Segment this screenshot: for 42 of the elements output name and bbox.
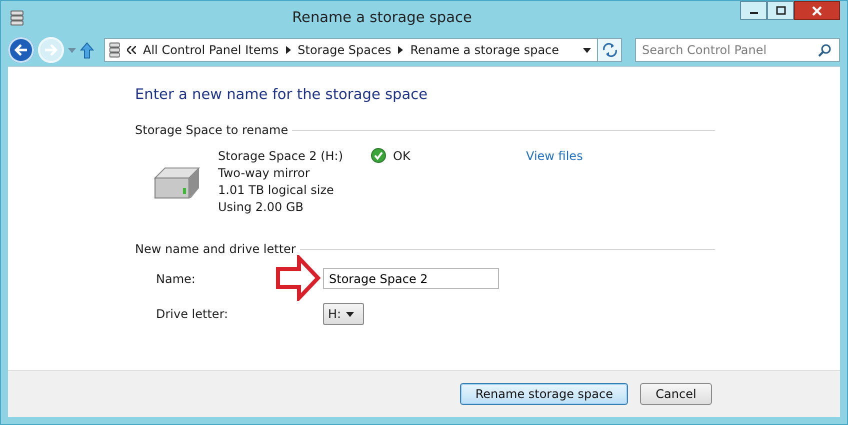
breadcrumb[interactable]: Storage Spaces — [298, 43, 392, 57]
maximize-button[interactable] — [767, 1, 794, 20]
close-button[interactable] — [794, 1, 840, 20]
field-label: Name: — [155, 272, 196, 286]
back-arrow-icon — [14, 44, 28, 56]
cancel-button[interactable]: Cancel — [640, 383, 712, 405]
breadcrumb[interactable]: All Control Panel Items — [143, 43, 279, 57]
drives-icon — [10, 10, 24, 26]
arrow-icon — [275, 254, 321, 300]
section-title: Storage Space to rename — [135, 123, 288, 137]
search-field[interactable]: Search Control Panel — [635, 38, 840, 62]
drive-info-text: Using 2.00 GB — [218, 199, 304, 216]
chevron-icon — [127, 46, 136, 54]
dropdown-arrow-icon[interactable] — [583, 48, 591, 52]
forward-arrow-icon — [44, 44, 58, 56]
refresh-icon — [602, 43, 618, 57]
up-arrow-icon[interactable] — [80, 42, 94, 58]
separator-arrow-icon — [286, 46, 291, 54]
drive-info-text: Two-way mirror — [218, 165, 311, 182]
page-heading: Enter a new name for the storage space — [135, 87, 429, 103]
rename-button[interactable]: Rename storage space — [460, 383, 628, 405]
drive-info-text: Storage Space 2 (H:) — [218, 148, 344, 165]
window-title: Rename a storage space — [291, 10, 473, 26]
back-button[interactable] — [8, 37, 34, 63]
drives-icon — [109, 42, 120, 58]
search-icon — [818, 43, 832, 57]
refresh-button[interactable] — [598, 38, 622, 62]
close-icon — [811, 6, 823, 16]
status-text: OK — [393, 148, 410, 165]
minimize-button[interactable] — [740, 1, 767, 20]
section-title: New name and drive letter — [135, 242, 296, 256]
address-bar[interactable]: All Control Panel Items Storage Spaces Rename a storage space — [104, 38, 598, 62]
separator-arrow-icon — [398, 46, 404, 54]
maximize-icon — [776, 6, 786, 15]
drive-info-text: 1.01 TB logical size — [218, 182, 335, 199]
dropdown-arrow-icon — [346, 312, 354, 316]
check-icon — [371, 148, 386, 163]
drive-letter-dropdown[interactable]: H: — [323, 303, 364, 325]
name-field[interactable]: Storage Space 2 — [323, 268, 499, 289]
field-label: Drive letter: — [155, 307, 230, 321]
breadcrumb[interactable]: Rename a storage space — [410, 43, 560, 57]
view-files-link[interactable]: View files — [526, 148, 583, 242]
